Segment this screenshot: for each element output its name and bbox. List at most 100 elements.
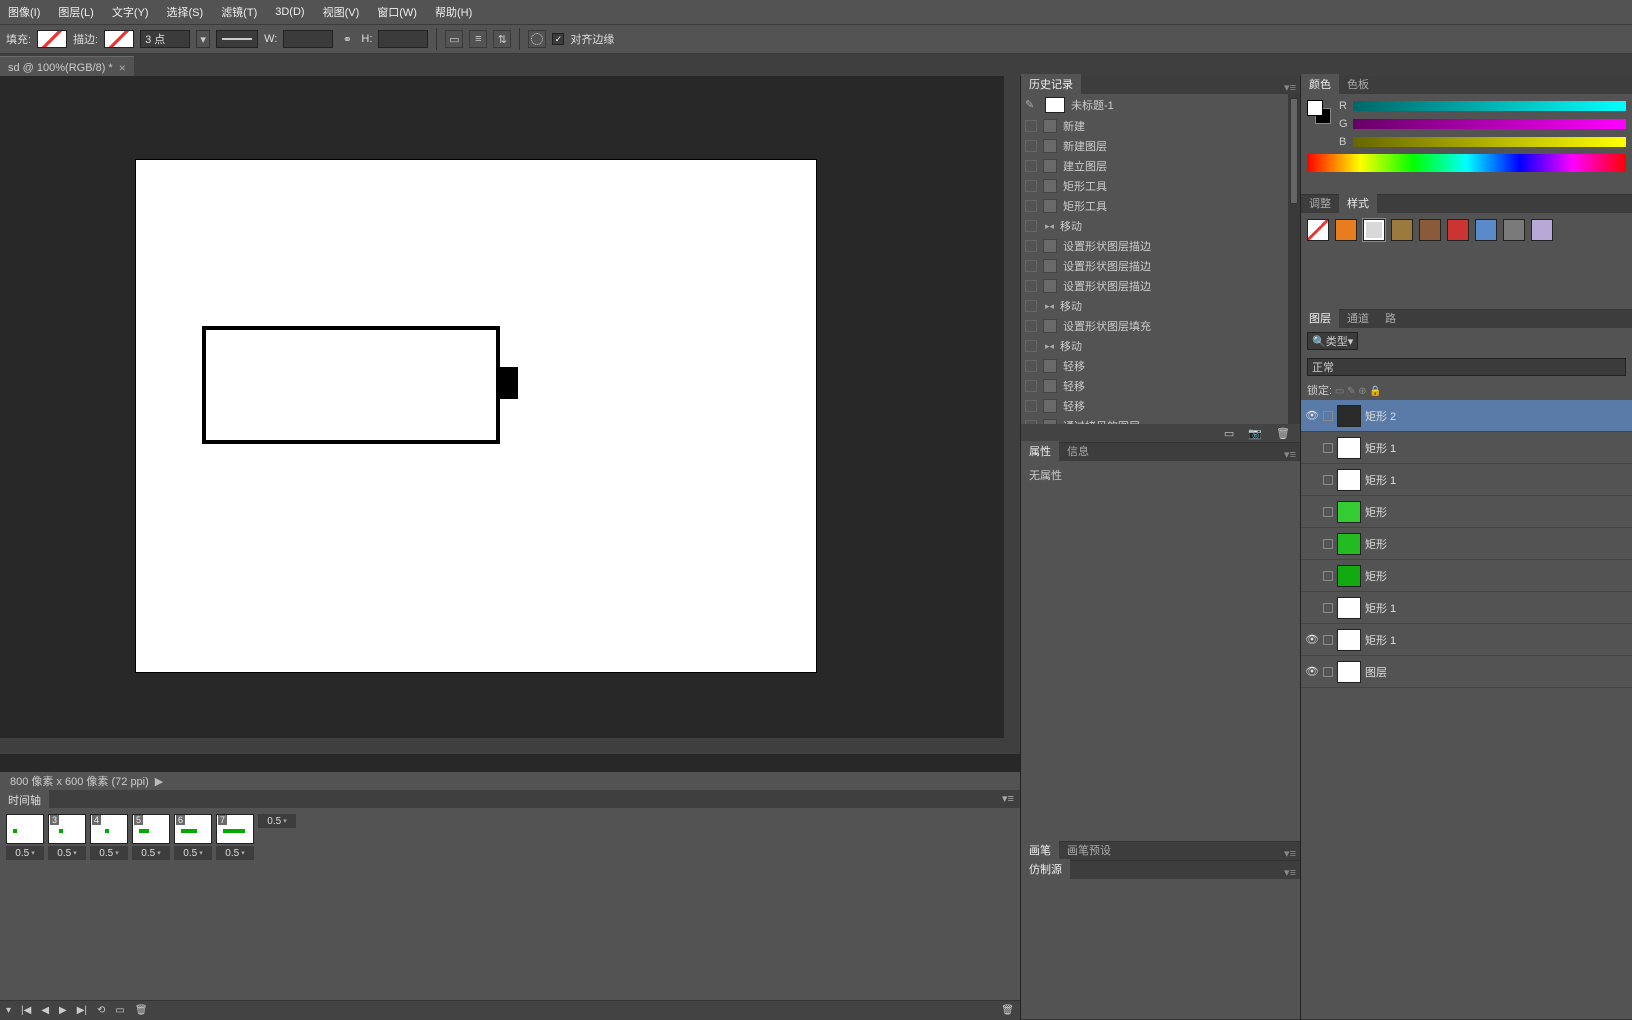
canvas-area[interactable] [0, 76, 1020, 772]
stroke-style-dropdown[interactable] [216, 30, 258, 48]
timeline-tab[interactable]: 时间轴 [0, 790, 49, 808]
history-item[interactable]: ▸◂移动 [1021, 336, 1300, 356]
history-checkbox[interactable] [1025, 220, 1037, 232]
style-swatch[interactable] [1363, 219, 1385, 241]
layer-name[interactable]: 矩形 1 [1365, 440, 1396, 456]
layer-thumb[interactable] [1337, 469, 1361, 491]
history-checkbox[interactable] [1025, 120, 1037, 132]
history-checkbox[interactable] [1025, 300, 1037, 312]
frame-duration[interactable]: 0.5 [48, 846, 86, 860]
info-tab[interactable]: 信息 [1059, 441, 1097, 461]
history-checkbox[interactable] [1025, 400, 1037, 412]
style-swatch[interactable] [1475, 219, 1497, 241]
brush-tab[interactable]: 画笔 [1021, 840, 1059, 860]
next-frame-button[interactable]: ▶| [77, 1005, 87, 1016]
scrollbar-horizontal[interactable] [0, 738, 1004, 754]
history-checkbox[interactable] [1025, 360, 1037, 372]
layer-thumb[interactable] [1337, 597, 1361, 619]
color-tab[interactable]: 颜色 [1301, 74, 1339, 94]
style-swatch[interactable] [1419, 219, 1441, 241]
timeline-frame[interactable]: 70.5 [216, 814, 254, 860]
mask-link-icon[interactable] [1323, 603, 1333, 613]
first-frame-button[interactable]: |◀ [21, 1005, 31, 1016]
history-tab[interactable]: 历史记录 [1021, 74, 1081, 94]
frame-thumb[interactable]: 3 [48, 814, 86, 844]
history-checkbox[interactable] [1025, 180, 1037, 192]
layer-name[interactable]: 图层 [1365, 664, 1387, 680]
styles-tab[interactable]: 样式 [1339, 193, 1377, 213]
timeline-options-icon[interactable]: ▾≡ [1002, 792, 1014, 805]
create-document-icon[interactable]: ▭ [1224, 427, 1234, 440]
history-scrollbar[interactable] [1288, 94, 1300, 424]
prev-frame-button[interactable]: ◀ [41, 1005, 49, 1016]
menu-help[interactable]: 帮助(H) [435, 4, 472, 20]
visibility-icon[interactable] [1305, 569, 1319, 583]
layer-row[interactable]: 👁 矩形 2 [1301, 400, 1632, 432]
style-swatch[interactable] [1391, 219, 1413, 241]
menu-view[interactable]: 视图(V) [323, 4, 360, 20]
style-swatch[interactable] [1503, 219, 1525, 241]
swatches-tab[interactable]: 色板 [1339, 74, 1377, 94]
style-swatch[interactable] [1335, 219, 1357, 241]
align-icon[interactable]: ≡ [469, 30, 487, 48]
layer-thumb[interactable] [1337, 565, 1361, 587]
delete-frame-button[interactable]: 🗑 [135, 1005, 148, 1016]
stroke-swatch[interactable] [104, 30, 134, 48]
scrollbar-vertical[interactable] [1004, 76, 1020, 754]
channels-tab[interactable]: 通道 [1339, 308, 1377, 328]
history-item[interactable]: 矩形工具 [1021, 196, 1300, 216]
rectangle-tab-shape[interactable] [500, 367, 518, 399]
link-icon[interactable]: ⚭ [339, 31, 355, 47]
frame-duration[interactable]: 0.5 [90, 846, 128, 860]
visibility-icon[interactable] [1305, 505, 1319, 519]
arrange-icon[interactable]: ⇅ [493, 30, 511, 48]
visibility-icon[interactable] [1305, 473, 1319, 487]
frame-duration[interactable]: 0.5 [132, 846, 170, 860]
layer-name[interactable]: 矩形 1 [1365, 632, 1396, 648]
gear-icon[interactable] [528, 30, 546, 48]
panel-menu-icon[interactable]: ▾≡ [1280, 448, 1300, 461]
layer-thumb[interactable] [1337, 533, 1361, 555]
width-input[interactable] [283, 30, 333, 48]
history-item[interactable]: 通过拷贝的图层 [1021, 416, 1300, 424]
history-snapshot[interactable]: ✎ 未标题-1 [1021, 94, 1300, 116]
menu-window[interactable]: 窗口(W) [377, 4, 417, 20]
properties-tab[interactable]: 属性 [1021, 441, 1059, 461]
panel-menu-icon[interactable]: ▾≡ [1280, 81, 1300, 94]
clone-source-tab[interactable]: 仿制源 [1021, 859, 1070, 879]
layer-row[interactable]: 矩形 [1301, 528, 1632, 560]
visibility-icon[interactable]: 👁 [1305, 409, 1319, 423]
layer-thumb[interactable] [1337, 405, 1361, 427]
panel-menu-icon[interactable]: ▾≡ [1280, 847, 1300, 860]
canvas[interactable] [136, 160, 816, 672]
history-item[interactable]: 设置形状图层描边 [1021, 236, 1300, 256]
adjustments-tab[interactable]: 调整 [1301, 193, 1339, 213]
visibility-icon[interactable] [1305, 537, 1319, 551]
menu-image[interactable]: 图像(I) [8, 4, 40, 20]
stroke-size-input[interactable]: 3 点 [140, 30, 190, 48]
paths-tab[interactable]: 路 [1377, 308, 1404, 328]
history-checkbox[interactable] [1025, 260, 1037, 272]
history-item[interactable]: 轻移 [1021, 396, 1300, 416]
frame-duration[interactable]: 0.5 [6, 846, 44, 860]
tween-button[interactable]: ⟲ [97, 1005, 105, 1016]
menu-filter[interactable]: 滤镜(T) [221, 4, 257, 20]
layer-thumb[interactable] [1337, 437, 1361, 459]
layer-thumb[interactable] [1337, 501, 1361, 523]
history-checkbox[interactable] [1025, 160, 1037, 172]
layer-name[interactable]: 矩形 1 [1365, 600, 1396, 616]
delete-icon[interactable]: 🗑 [1001, 1005, 1014, 1016]
timeline-frame[interactable]: 50.5 [132, 814, 170, 860]
layer-name[interactable]: 矩形 [1365, 536, 1387, 552]
mask-link-icon[interactable] [1323, 571, 1333, 581]
style-swatch[interactable] [1307, 219, 1329, 241]
layer-name[interactable]: 矩形 2 [1365, 408, 1396, 424]
history-checkbox[interactable] [1025, 140, 1037, 152]
frame-thumb[interactable] [6, 814, 44, 844]
mask-link-icon[interactable] [1323, 475, 1333, 485]
status-flyout-icon[interactable]: ▶ [155, 775, 163, 788]
g-slider[interactable] [1353, 119, 1626, 129]
history-item[interactable]: 矩形工具 [1021, 176, 1300, 196]
play-button[interactable]: ▶ [59, 1005, 67, 1016]
mask-link-icon[interactable] [1323, 507, 1333, 517]
